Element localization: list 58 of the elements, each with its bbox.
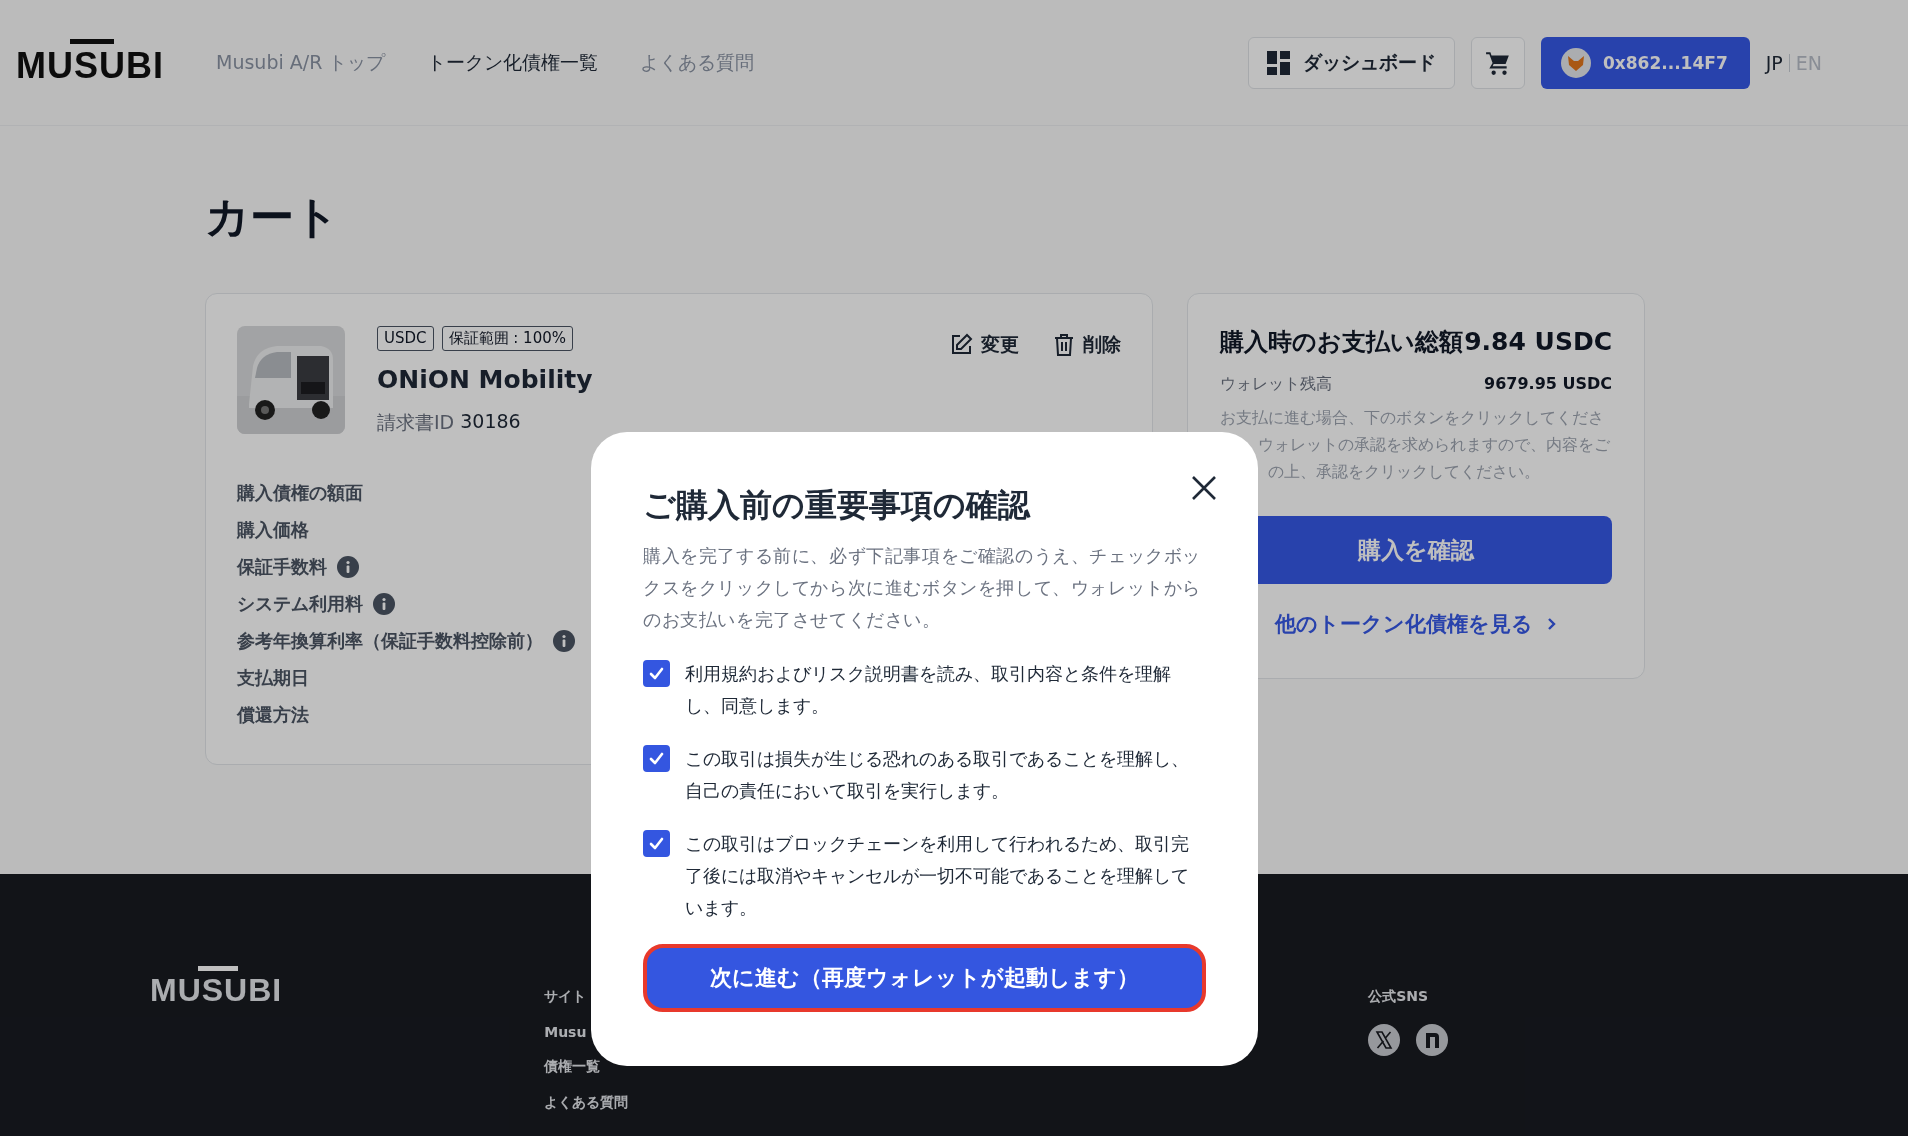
- note-line: の上、承認をクリックしてください。: [1267, 462, 1541, 483]
- check-icon: [648, 750, 665, 767]
- field-label: システム利用料: [237, 592, 363, 616]
- check-icon: [648, 665, 665, 682]
- field-label: 購入債権の額面: [237, 481, 363, 505]
- checkbox[interactable]: [643, 830, 670, 857]
- tag: USDC: [377, 326, 434, 351]
- footer-heading: サイト: [544, 988, 588, 1006]
- footer-link[interactable]: 債権一覧: [544, 1058, 629, 1076]
- trash-icon: [1053, 333, 1075, 357]
- balance-amount: 9679.95 USDC: [1484, 374, 1612, 395]
- checkbox-label: 利用規約およびリスク説明書を読み、取引内容と条件を理解し、同意します。: [685, 662, 1172, 718]
- footer-link[interactable]: よくある質問: [544, 1094, 629, 1112]
- product-name: ONiON Mobility: [377, 365, 594, 394]
- x-icon[interactable]: [1368, 1024, 1401, 1056]
- avatar-icon: [1560, 47, 1591, 78]
- field-label: 保証手数料: [237, 555, 327, 579]
- summary-title: 購入時のお支払い総額: [1220, 327, 1463, 358]
- page-title: カート: [205, 190, 340, 244]
- invoice-label: 請求書ID: [377, 410, 455, 435]
- info-icon[interactable]: [373, 593, 395, 615]
- info-icon[interactable]: [553, 630, 575, 652]
- note-line: ウォレットの承認を求められますので、内容をご: [1257, 435, 1611, 456]
- logo[interactable]: MUSUBI: [16, 38, 164, 87]
- balance-label: ウォレット残高: [1220, 374, 1332, 395]
- next-button[interactable]: 次に進む（再度ウォレットが起動します）: [643, 944, 1206, 1012]
- cart-button[interactable]: [1470, 36, 1525, 89]
- dashboard-button[interactable]: ダッシュボード: [1247, 36, 1455, 89]
- dialog-description: 購入を完了する前に、必ず下記事項をご確認のうえ、チェックボックスをクリックしてから次に進むボタンを押して、ウォレットからのお支払いを完了させてください。: [643, 544, 1202, 632]
- edit-button[interactable]: 変更: [949, 332, 1019, 358]
- chevron-right-icon: [1547, 617, 1557, 631]
- field-label: 参考年換算利率（保証手数料控除前）: [237, 629, 543, 653]
- close-icon: [1190, 474, 1218, 502]
- checkbox[interactable]: [643, 660, 670, 687]
- pencil-square-icon: [949, 333, 973, 357]
- grid-icon: [1266, 50, 1291, 75]
- language-link[interactable]: JP: [1765, 51, 1783, 74]
- n-icon[interactable]: [1416, 1024, 1449, 1056]
- checkbox-label: この取引は損失が生じる恐れのある取引であることを理解し、自己の責任において取引を実行します。: [685, 747, 1190, 803]
- tag: 保証範囲 : 100%: [441, 326, 573, 351]
- wallet-button[interactable]: 0x862...14F7: [1540, 36, 1750, 89]
- more-link[interactable]: 他のトークン化債権を見る: [1220, 610, 1612, 638]
- field-label: 支払期日: [237, 666, 309, 690]
- cart-icon: [1484, 49, 1511, 76]
- field-label: 償還方法: [237, 703, 309, 727]
- note-line: お支払に進む場合、下のボタンをクリックしてくださ: [1220, 408, 1605, 429]
- dialog-title: ご購入前の重要事項の確認: [643, 485, 1032, 526]
- total-amount: 9.84 USDC: [1464, 327, 1612, 356]
- footer-logo[interactable]: MUSUBI: [150, 966, 283, 1009]
- footer-heading: 公式SNS: [1368, 988, 1430, 1006]
- field-label: 購入価格: [237, 518, 309, 542]
- delete-button[interactable]: 削除: [1053, 332, 1121, 358]
- info-icon[interactable]: [337, 556, 359, 578]
- invoice-id: 30186: [460, 410, 521, 434]
- checkbox-label: この取引はブロックチェーンを利用して行われるため、取引完了後には取消やキャンセルが一切不可能であることを理解しています。: [685, 832, 1190, 920]
- check-icon: [648, 835, 665, 852]
- nav-link[interactable]: トークン化債権一覧: [427, 49, 599, 76]
- checkbox[interactable]: [643, 745, 670, 772]
